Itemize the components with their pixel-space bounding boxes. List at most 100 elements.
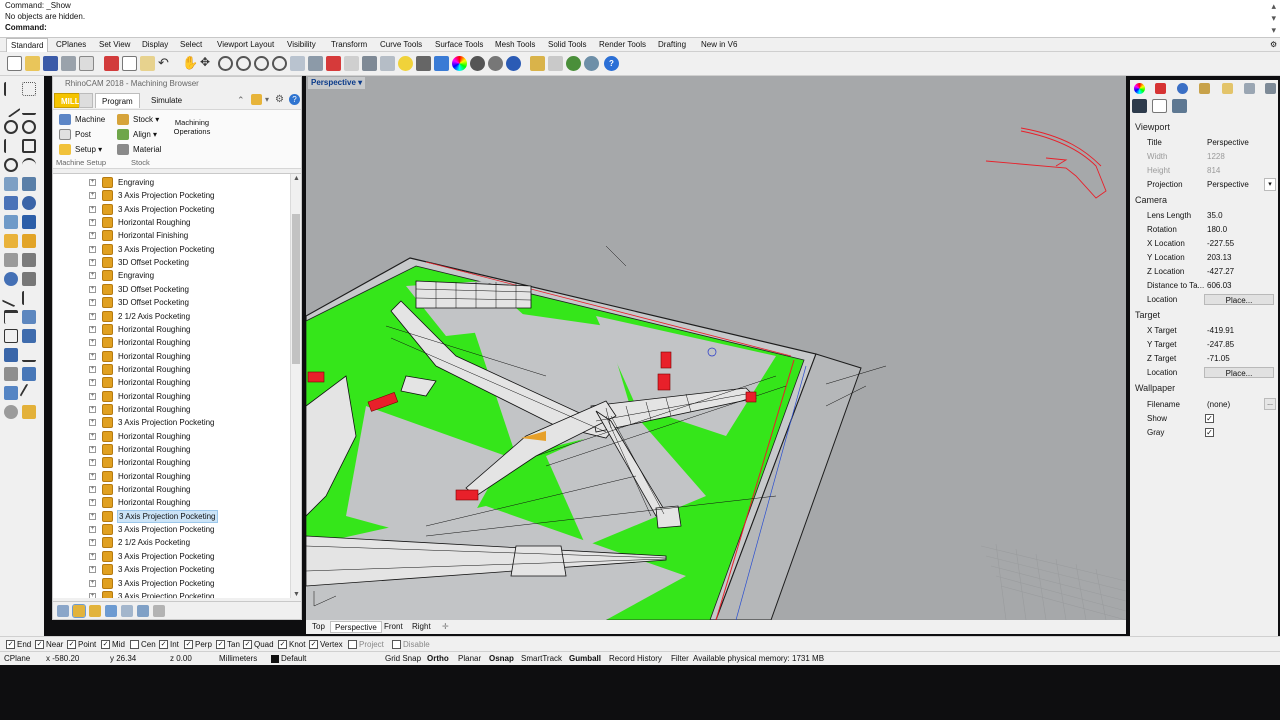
tab-program[interactable]: Program <box>95 93 140 108</box>
extrude-icon[interactable] <box>22 215 36 229</box>
solid-sphere-icon[interactable] <box>22 196 36 210</box>
tools-icon[interactable] <box>137 605 149 617</box>
freeform-curve-icon[interactable] <box>22 158 36 172</box>
add-viewport-icon[interactable]: ✛ <box>438 621 453 633</box>
stock-button[interactable]: Stock ▾ <box>115 113 159 126</box>
material-button[interactable]: Material <box>115 143 161 156</box>
operation-row[interactable]: +3D Offset Pocketing <box>53 283 289 296</box>
distribute-icon[interactable] <box>22 367 36 381</box>
operation-row[interactable]: + Horizontal Roughing <box>53 496 289 509</box>
render-props-icon[interactable] <box>1172 99 1187 113</box>
pin-icon[interactable]: ▾ <box>265 95 269 104</box>
layer-label[interactable]: Default <box>281 652 306 666</box>
operation-row[interactable]: +3D Offset Pocketing <box>53 256 289 269</box>
wrench-icon[interactable] <box>251 94 262 105</box>
layer-icon[interactable] <box>380 56 395 71</box>
scroll-down-icon[interactable]: ▼ <box>293 591 300 598</box>
operation-row[interactable]: + Horizontal Roughing <box>53 376 289 389</box>
expand-icon[interactable]: + <box>89 472 96 480</box>
operation-row[interactable]: +2 1/2 Axis Pocketing <box>53 310 289 323</box>
osnap-disable[interactable]: Disable <box>392 639 430 650</box>
block-icon[interactable] <box>22 329 36 343</box>
y-location-field[interactable]: 203.13 <box>1206 251 1276 264</box>
machine-button[interactable]: Machine <box>57 113 105 126</box>
cplane-icon[interactable] <box>326 56 341 71</box>
rendered-sphere-icon[interactable] <box>488 56 503 71</box>
tab-simulate[interactable]: Simulate <box>145 93 188 108</box>
operation-row[interactable]: + Horizontal Roughing <box>53 470 289 483</box>
operation-row[interactable]: + Horizontal Roughing <box>53 403 289 416</box>
operation-row[interactable]: + Engraving <box>53 269 289 282</box>
show-checkbox[interactable]: ✓ <box>1205 414 1214 423</box>
tab-drafting[interactable]: Drafting <box>654 38 690 52</box>
target-place-button[interactable]: Place... <box>1204 367 1274 378</box>
print-icon[interactable] <box>61 56 76 71</box>
split-icon[interactable] <box>22 272 36 286</box>
layers-folder-icon[interactable] <box>1222 83 1233 94</box>
expand-icon[interactable]: + <box>89 179 96 186</box>
expand-icon[interactable]: + <box>89 539 96 547</box>
viewport-menu-icon[interactable]: ▾ <box>358 78 362 87</box>
distance-field[interactable]: 606.03 <box>1206 279 1276 292</box>
operation-row[interactable]: +3 Axis Projection Pocketing <box>53 523 289 536</box>
expand-icon[interactable]: + <box>89 392 96 400</box>
zoom-window-icon[interactable] <box>236 56 251 71</box>
light-icon[interactable] <box>530 56 545 71</box>
surface-icon[interactable] <box>4 177 18 191</box>
trim-icon[interactable] <box>1 288 21 308</box>
machining-operations-button[interactable]: Machining Operations <box>169 118 215 136</box>
operation-row[interactable]: +3D Offset Pocketing <box>53 296 289 309</box>
viewport-tab-perspective[interactable]: Perspective <box>330 621 382 633</box>
group-icon[interactable] <box>4 329 18 343</box>
select-window-icon[interactable] <box>22 82 36 96</box>
render-icon[interactable] <box>4 405 18 419</box>
rectangle-icon[interactable] <box>22 139 36 153</box>
expand-icon[interactable]: + <box>89 312 96 320</box>
expand-icon[interactable]: + <box>89 285 96 293</box>
line-icon[interactable] <box>1 98 21 118</box>
x-target-field[interactable]: -419.91 <box>1206 324 1276 337</box>
operation-row[interactable]: +3 Axis Projection Pocketing <box>53 577 289 590</box>
align-button[interactable]: Align ▾ <box>115 128 157 141</box>
tab-viewport-layout[interactable]: Viewport Layout <box>213 38 278 52</box>
gear-icon[interactable] <box>584 56 599 71</box>
viewport-tab-right[interactable]: Right <box>408 621 435 633</box>
tree-scrollbar[interactable]: ▲ ▼ <box>290 174 301 598</box>
select-icon[interactable] <box>362 56 377 71</box>
expand-icon[interactable]: + <box>89 339 96 347</box>
osnap-point[interactable]: ✓ Point <box>67 639 96 650</box>
operation-row[interactable]: +3 Axis Projection Pocketing <box>53 590 289 598</box>
osnap-end[interactable]: ✓ End <box>6 639 31 650</box>
expand-icon[interactable]: + <box>89 552 96 560</box>
record-history-toggle[interactable]: Record History <box>609 652 662 666</box>
operation-row[interactable]: +3 Axis Projection Pocketing <box>53 203 289 216</box>
ortho-toggle[interactable]: Ortho <box>427 652 449 666</box>
operation-row[interactable]: +3 Axis Projection Pocketing <box>53 189 289 202</box>
tab-standard[interactable]: Standard <box>6 38 49 52</box>
operation-row[interactable]: + Horizontal Roughing <box>53 443 289 456</box>
check-icon[interactable] <box>4 386 18 400</box>
circle-icon[interactable] <box>4 120 18 134</box>
zoom-icon[interactable] <box>218 56 233 71</box>
module-icon[interactable] <box>79 93 93 108</box>
chevron-down-icon[interactable]: ▾ <box>1264 178 1276 191</box>
tab-set-view[interactable]: Set View <box>95 38 134 52</box>
text-icon[interactable] <box>4 310 18 324</box>
polyline-icon[interactable] <box>22 101 36 115</box>
material-icon[interactable] <box>22 405 36 419</box>
lens-length-field[interactable]: 35.0 <box>1206 209 1276 222</box>
tree-scrollbar-thumb[interactable] <box>292 214 300 364</box>
tab-surface-tools[interactable]: Surface Tools <box>431 38 487 52</box>
globe-icon[interactable] <box>566 56 581 71</box>
fillet-icon[interactable] <box>22 234 36 248</box>
tab-mesh-tools[interactable]: Mesh Tools <box>491 38 539 52</box>
properties-icon[interactable] <box>434 56 449 71</box>
rotate-view-icon[interactable] <box>290 56 305 71</box>
expand-icon[interactable]: + <box>89 232 96 240</box>
undo-icon[interactable]: ↶ <box>158 56 173 71</box>
expand-icon[interactable]: + <box>89 219 96 227</box>
analyze-icon[interactable] <box>4 272 18 286</box>
mesh-icon[interactable] <box>4 215 18 229</box>
environment-icon[interactable] <box>1177 83 1188 94</box>
z-location-field[interactable]: -427.27 <box>1206 265 1276 278</box>
